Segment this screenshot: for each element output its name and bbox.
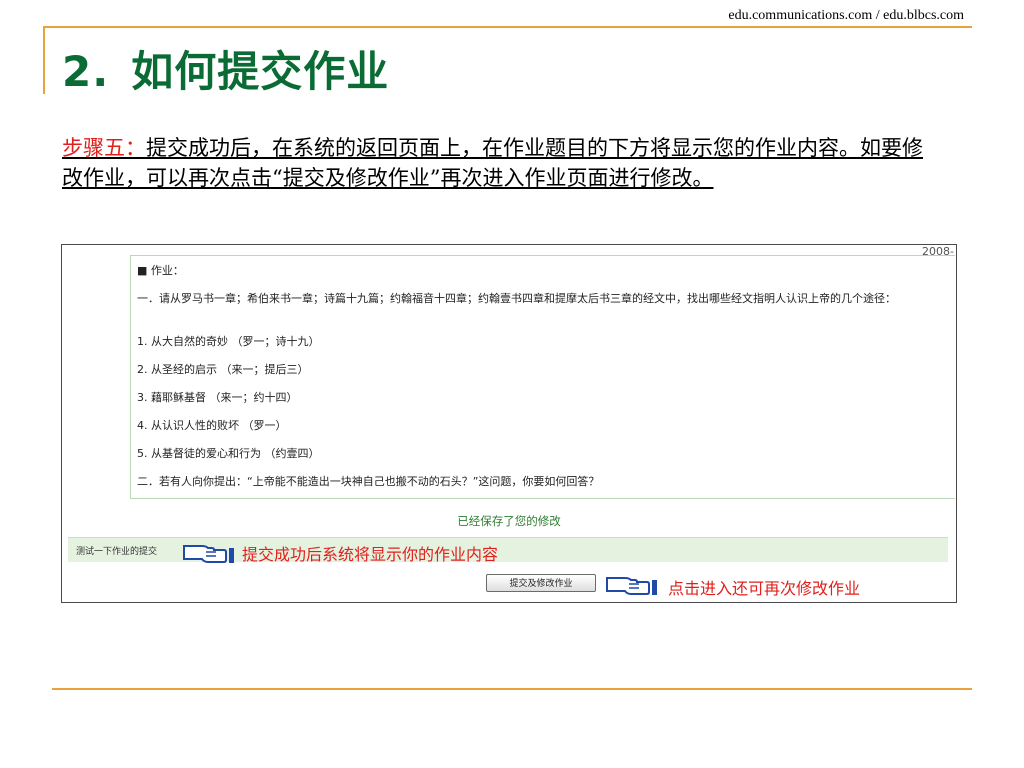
submit-modify-homework-button[interactable]: 提交及修改作业 — [486, 574, 596, 592]
pointing-hand-icon — [183, 545, 234, 563]
homework-screenshot: 2008- ■ 作业： 一．请从罗马书一章；希伯来书一章；诗篇十九篇；约翰福音十… — [61, 244, 957, 603]
slide-number: 2. — [62, 47, 110, 96]
homework-content: ■ 作业： 一．请从罗马书一章；希伯来书一章；诗篇十九篇；约翰福音十四章；约翰壹… — [130, 255, 955, 499]
left-accent-bar — [43, 26, 45, 94]
slide-title: 2. 如何提交作业 — [62, 38, 389, 99]
homework-question-2: 二．若有人向你提出：“上帝能不能造出一块神自己也搬不动的石头？”这问题，你要如何… — [137, 475, 600, 488]
step-label: 步骤五： — [62, 136, 146, 160]
source-url: edu.communications.com / edu.blbcs.com — [728, 8, 964, 23]
step-description: 步骤五：提交成功后，在系统的返回页面上，在作业题目的下方将显示您的作业内容。如要… — [62, 133, 942, 193]
homework-question-1: 一．请从罗马书一章；希伯来书一章；诗篇十九篇；约翰福音十四章；约翰壹书四章和提摩… — [137, 292, 896, 305]
annotation-click-to-modify: 点击进入还可再次修改作业 — [668, 579, 861, 598]
slide-title-text: 如何提交作业 — [131, 47, 390, 96]
bottom-divider — [52, 688, 972, 690]
step-body: 提交成功后，在系统的返回页面上，在作业题目的下方将显示您的作业内容。如要修改作业… — [62, 136, 923, 190]
top-divider — [44, 26, 972, 28]
pointing-hand-icon — [606, 577, 657, 595]
test-submit-label: 测试一下作业的提交 — [76, 547, 158, 557]
homework-item: 4. 从认识人性的败坏 （罗一） — [137, 419, 287, 432]
homework-item: 1. 从大自然的奇妙 （罗一；诗十九） — [137, 335, 320, 348]
homework-heading: ■ 作业： — [137, 264, 184, 277]
homework-item: 5. 从基督徒的爱心和行为 （约壹四） — [137, 447, 320, 460]
annotation-submit-result: 提交成功后系统将显示你的作业内容 — [242, 545, 499, 564]
saved-message: 已经保存了您的修改 — [457, 514, 561, 528]
homework-item: 2. 从圣经的启示 （来一；提后三） — [137, 363, 309, 376]
homework-item: 3. 藉耶稣基督 （来一；约十四） — [137, 391, 298, 404]
